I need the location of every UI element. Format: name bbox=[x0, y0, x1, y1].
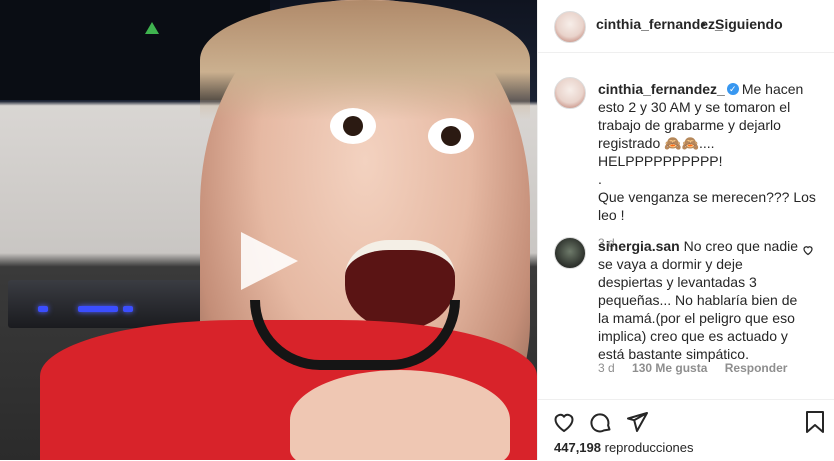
comment-reply-button[interactable]: Responder bbox=[725, 361, 788, 375]
caption-line: esto 2 y 30 AM y se tomaron el bbox=[598, 99, 791, 115]
views-number: 447,198 bbox=[554, 440, 601, 455]
video-subject-eye bbox=[330, 108, 376, 144]
heart-icon[interactable] bbox=[552, 410, 576, 434]
comment-line: implica) creo que es actuado y bbox=[598, 328, 788, 344]
post-header: cinthia_fernandez_ • Siguiendo bbox=[538, 0, 834, 53]
share-icon[interactable] bbox=[625, 410, 649, 434]
video-subject-eye bbox=[428, 118, 474, 154]
caption-line: Me hacen bbox=[741, 81, 804, 97]
post-actions: 447,198 reproducciones bbox=[538, 399, 834, 461]
comment-age[interactable]: 3 d bbox=[598, 361, 615, 375]
video-player[interactable] bbox=[0, 0, 537, 460]
comment-icon[interactable] bbox=[589, 410, 613, 434]
caption-line: trabajo de grabarme y dejarlo bbox=[598, 117, 781, 133]
comment-like-heart-icon[interactable] bbox=[802, 244, 814, 256]
caption-avatar[interactable] bbox=[554, 77, 586, 109]
background-receiver bbox=[8, 280, 208, 328]
header-separator: • bbox=[701, 16, 706, 32]
video-subject-hair bbox=[200, 0, 530, 120]
follow-status-button[interactable]: Siguiendo bbox=[715, 16, 783, 32]
comment-line: No creo que nadie bbox=[683, 238, 799, 254]
caption-line: leo ! bbox=[598, 207, 625, 223]
comment-line: la mamá.(por el peligro que eso bbox=[598, 310, 795, 326]
comment-likes[interactable]: 130 Me gusta bbox=[632, 361, 707, 375]
comment-username[interactable]: sinergia.san bbox=[598, 238, 680, 254]
views-count[interactable]: 447,198 reproducciones bbox=[554, 440, 694, 455]
comment-line: pequeñas... No hablaría bien de bbox=[598, 292, 798, 308]
comment-line: se vaya a dormir y deje bbox=[598, 256, 743, 272]
tv-triangle-decor bbox=[145, 22, 159, 34]
views-label: reproducciones bbox=[604, 440, 694, 455]
post-caption: cinthia_fernandez_ ✓ Me hacen esto 2 y 30 … bbox=[598, 80, 828, 252]
bookmark-icon[interactable] bbox=[804, 410, 826, 434]
caption-line: Que venganza se merecen??? Los bbox=[598, 189, 816, 205]
caption-line: . bbox=[598, 171, 602, 187]
verified-badge-icon: ✓ bbox=[726, 83, 739, 96]
comment-body: sinergia.san No creo que nadie se vaya a… bbox=[598, 237, 798, 363]
comment-avatar[interactable] bbox=[554, 237, 586, 269]
comment-meta: 3 d 130 Me gusta Responder bbox=[598, 361, 801, 375]
caption-username[interactable]: cinthia_fernandez_ bbox=[598, 81, 725, 97]
caption-line: registrado 🙈🙈.... HELPPPPPPPPPP! bbox=[598, 135, 723, 169]
post-side-panel: cinthia_fernandez_ • Siguiendo cinthia_f… bbox=[537, 0, 834, 460]
video-subject-hand bbox=[290, 370, 510, 460]
play-icon[interactable] bbox=[241, 232, 298, 290]
comment-line: despiertas y levantadas 3 bbox=[598, 274, 757, 290]
avatar[interactable] bbox=[554, 11, 586, 43]
comment-line: está bastante simpático. bbox=[598, 346, 749, 362]
